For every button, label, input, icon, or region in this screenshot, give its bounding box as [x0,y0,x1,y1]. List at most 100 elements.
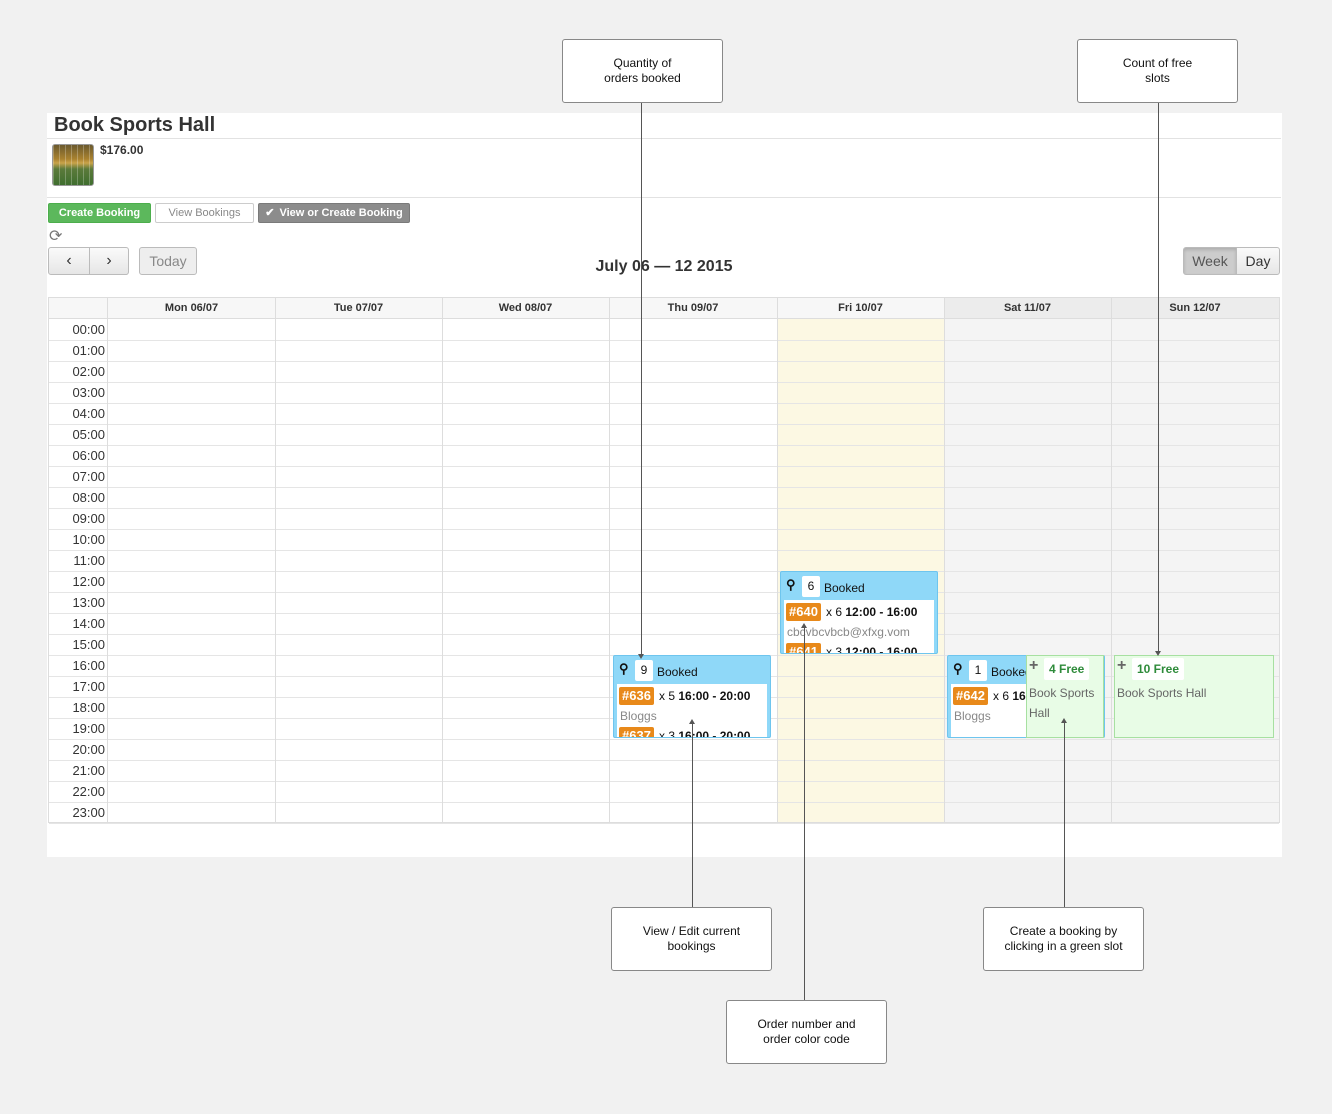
booked-label: Booked [657,665,698,679]
hour-row-line [49,529,1279,530]
hour-row-line [49,592,1279,593]
hour-label: 05:00 [72,427,105,442]
callout-view-edit: View / Edit current bookings [611,907,772,971]
callout-free-slots: Count of free slots [1077,39,1238,103]
day-view-button[interactable]: Day [1236,247,1280,275]
hour-label: 06:00 [72,448,105,463]
hour-label: 03:00 [72,385,105,400]
page-title: Book Sports Hall [54,114,216,136]
week-view-button[interactable]: Week [1183,247,1237,275]
hour-label: 22:00 [72,784,105,799]
divider [47,138,1281,139]
search-icon[interactable]: ⚲ [953,659,963,679]
refresh-icon[interactable]: ⟳ [49,228,67,246]
search-icon[interactable]: ⚲ [786,575,796,595]
view-or-create-booking-button[interactable]: ✔ View or Create Booking [258,203,410,223]
day-header: Fri 10/07 [838,302,883,314]
hour-label: 10:00 [72,532,105,547]
today-column [777,298,944,822]
hour-row-line [49,466,1279,467]
create-booking-button[interactable]: Create Booking [48,203,151,223]
order-badge[interactable]: #637 [619,727,654,737]
hour-row-line [49,823,1279,824]
day-header: Thu 09/07 [667,302,719,314]
product-price: $176.00 [100,143,144,157]
day-header: Sat 11/07 [1003,302,1052,314]
hour-label: 16:00 [72,658,105,673]
order-line: x 3 12:00 - 16:00 [826,645,918,653]
hour-label: 19:00 [72,721,105,736]
plus-icon: + [1029,657,1039,674]
order-badge[interactable]: #642 [953,687,988,705]
hour-label: 01:00 [72,343,105,358]
hour-row-line [49,403,1279,404]
hour-row-line [49,739,1279,740]
order-badge[interactable]: #640 [786,603,821,621]
callout-quantity: Quantity of orders booked [562,39,723,103]
hour-row-line [49,487,1279,488]
callout-order-number: Order number and order color code [726,1000,887,1064]
booked-count: 9 [635,660,653,681]
day-header-row: Mon 06/07 Tue 07/07 Wed 08/07 Thu 09/07 … [49,298,1279,319]
free-slot-product: Book Sports Hall [1029,686,1095,720]
hour-label: 15:00 [72,637,105,652]
hour-label: 07:00 [72,469,105,484]
hour-label: 17:00 [72,679,105,694]
day-header: Mon 06/07 [164,302,219,314]
hour-row-line [49,340,1279,341]
search-icon[interactable]: ⚲ [619,659,629,679]
hour-row-line [49,361,1279,362]
free-count: 4 Free [1044,658,1090,680]
booked-count: 6 [802,576,820,597]
hour-row-line [49,550,1279,551]
booked-count: 1 [969,660,987,681]
hour-row-line [49,613,1279,614]
next-week-button[interactable]: › [89,247,129,275]
day-header: Tue 07/07 [333,302,384,314]
hour-row-line [49,445,1279,446]
today-button[interactable]: Today [139,247,197,275]
plus-icon: + [1117,657,1127,674]
hour-label: 14:00 [72,616,105,631]
hour-row-line [49,508,1279,509]
hour-row-line [49,571,1279,572]
free-slot-sun[interactable]: + 10 Free Book Sports Hall [1114,655,1274,738]
customer-name: Bloggs [620,709,657,723]
previous-week-button[interactable]: ‹ [48,247,90,275]
date-range-title: July 06 — 12 2015 [595,258,733,275]
hour-label: 23:00 [72,805,105,820]
hour-row-line [49,634,1279,635]
hour-row-line [49,760,1279,761]
chevron-left-icon: ‹ [66,252,72,269]
hour-row-line [49,802,1279,803]
order-line: x 5 16:00 - 20:00 [659,689,751,703]
order-line: x 3 16:00 - 20:00 [659,729,751,737]
hour-row-line [49,781,1279,782]
free-count: 10 Free [1132,658,1185,680]
hour-label: 09:00 [72,511,105,526]
order-line: x 6 12:00 - 16:00 [826,605,918,619]
hour-row-line [49,382,1279,383]
free-slot-product: Book Sports Hall [1117,686,1207,700]
check-icon: ✔ [265,207,275,219]
free-slot-sat[interactable]: + 4 Free Book Sports Hall [1026,655,1104,738]
day-header: Wed 08/07 [498,302,553,314]
day-header: Sun 12/07 [1169,302,1221,314]
chevron-right-icon: › [106,252,112,269]
week-calendar: Mon 06/07 Tue 07/07 Wed 08/07 Thu 09/07 … [48,297,1280,824]
hour-label: 12:00 [72,574,105,589]
hour-label: 02:00 [72,364,105,379]
view-bookings-button[interactable]: View Bookings [155,203,254,223]
hour-label: 21:00 [72,763,105,778]
hour-label: 13:00 [72,595,105,610]
callout-create-booking: Create a booking by clicking in a green … [983,907,1144,971]
hour-label: 20:00 [72,742,105,757]
hour-label: 00:00 [72,322,105,337]
hour-label: 08:00 [72,490,105,505]
booked-label: Booked [824,581,865,595]
sports-hall-thumbnail [52,144,94,186]
divider [47,197,1281,198]
order-badge[interactable]: #636 [619,687,654,705]
hour-row-line [49,424,1279,425]
hour-label: 11:00 [73,553,105,568]
